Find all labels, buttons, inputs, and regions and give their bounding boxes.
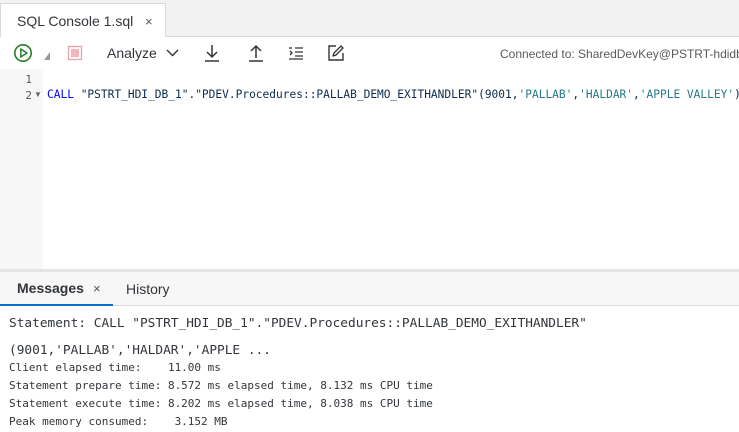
tab-sql-console[interactable]: SQL Console 1.sql × <box>0 3 166 38</box>
sql-keyword: CALL <box>47 88 74 101</box>
run-button[interactable] <box>12 41 34 65</box>
stat-line: Client elapsed time: 11.00 ms <box>9 361 221 374</box>
upload-icon <box>249 44 263 62</box>
upload-button[interactable] <box>246 41 266 65</box>
procedure-call: "PSTRT_HDI_DB_1"."PDEV.Procedures::PALLA… <box>73 88 519 101</box>
stat-line: Peak memory consumed: 3.152 MB <box>9 415 228 428</box>
separator: , <box>633 88 640 101</box>
close-icon[interactable]: × <box>145 14 153 29</box>
tab-title: SQL Console 1.sql <box>17 13 134 29</box>
tab-history[interactable]: History <box>126 272 170 306</box>
statement-line: (9001,'PALLAB','HALDAR','APPLE ... <box>9 342 271 358</box>
line-number: 2 <box>25 89 32 102</box>
stop-button[interactable] <box>66 41 84 65</box>
statement-line: Statement: CALL "PSTRT_HDI_DB_1"."PDEV.P… <box>9 316 587 331</box>
download-icon <box>205 45 219 62</box>
line-gutter: 1 2 ▼ <box>0 69 43 269</box>
format-code-button[interactable] <box>286 41 306 65</box>
tab-history-label: History <box>126 281 170 297</box>
tab-messages[interactable]: Messages × <box>0 272 113 306</box>
sql-editor[interactable]: 1 2 ▼ CALL "PSTRT_HDI_DB_1"."PDEV.Proced… <box>0 69 739 269</box>
tab-messages-label: Messages <box>17 280 84 296</box>
string-literal: 'HALDAR' <box>579 88 634 101</box>
run-options-dropdown[interactable] <box>43 51 51 61</box>
connection-status: Connected to: SharedDevKey@PSTRT-hdidb-c <box>500 47 739 61</box>
download-button[interactable] <box>202 41 222 65</box>
result-tab-bar: Messages × History <box>0 272 739 306</box>
analyze-label: Analyze <box>107 45 157 61</box>
closing-paren: ) <box>734 88 739 101</box>
editor-tab-bar: SQL Console 1.sql × <box>0 0 739 38</box>
chevron-down-icon <box>166 49 179 57</box>
stop-icon <box>67 45 83 61</box>
code-line-2[interactable]: CALL "PSTRT_HDI_DB_1"."PDEV.Procedures::… <box>47 88 739 101</box>
format-code-icon <box>289 47 303 60</box>
edit-button[interactable] <box>326 41 346 65</box>
fold-caret-icon[interactable]: ▼ <box>34 90 42 99</box>
stat-line: Statement prepare time: 8.572 ms elapsed… <box>9 379 433 392</box>
close-icon[interactable]: × <box>93 281 101 296</box>
analyze-dropdown[interactable]: Analyze <box>107 41 183 65</box>
string-literal: 'PALLAB' <box>518 88 573 101</box>
string-literal: 'APPLE VALLEY' <box>639 88 735 101</box>
line-number: 1 <box>25 73 32 86</box>
messages-output: Statement: CALL "PSTRT_HDI_DB_1"."PDEV.P… <box>0 306 739 432</box>
sql-toolbar: Analyze Connected to: SharedDevKey@PSTRT… <box>0 37 739 69</box>
run-options-caret-icon <box>44 52 50 60</box>
stat-line: Statement execute time: 8.202 ms elapsed… <box>9 397 433 410</box>
run-icon <box>14 44 32 62</box>
edit-icon <box>328 45 344 61</box>
